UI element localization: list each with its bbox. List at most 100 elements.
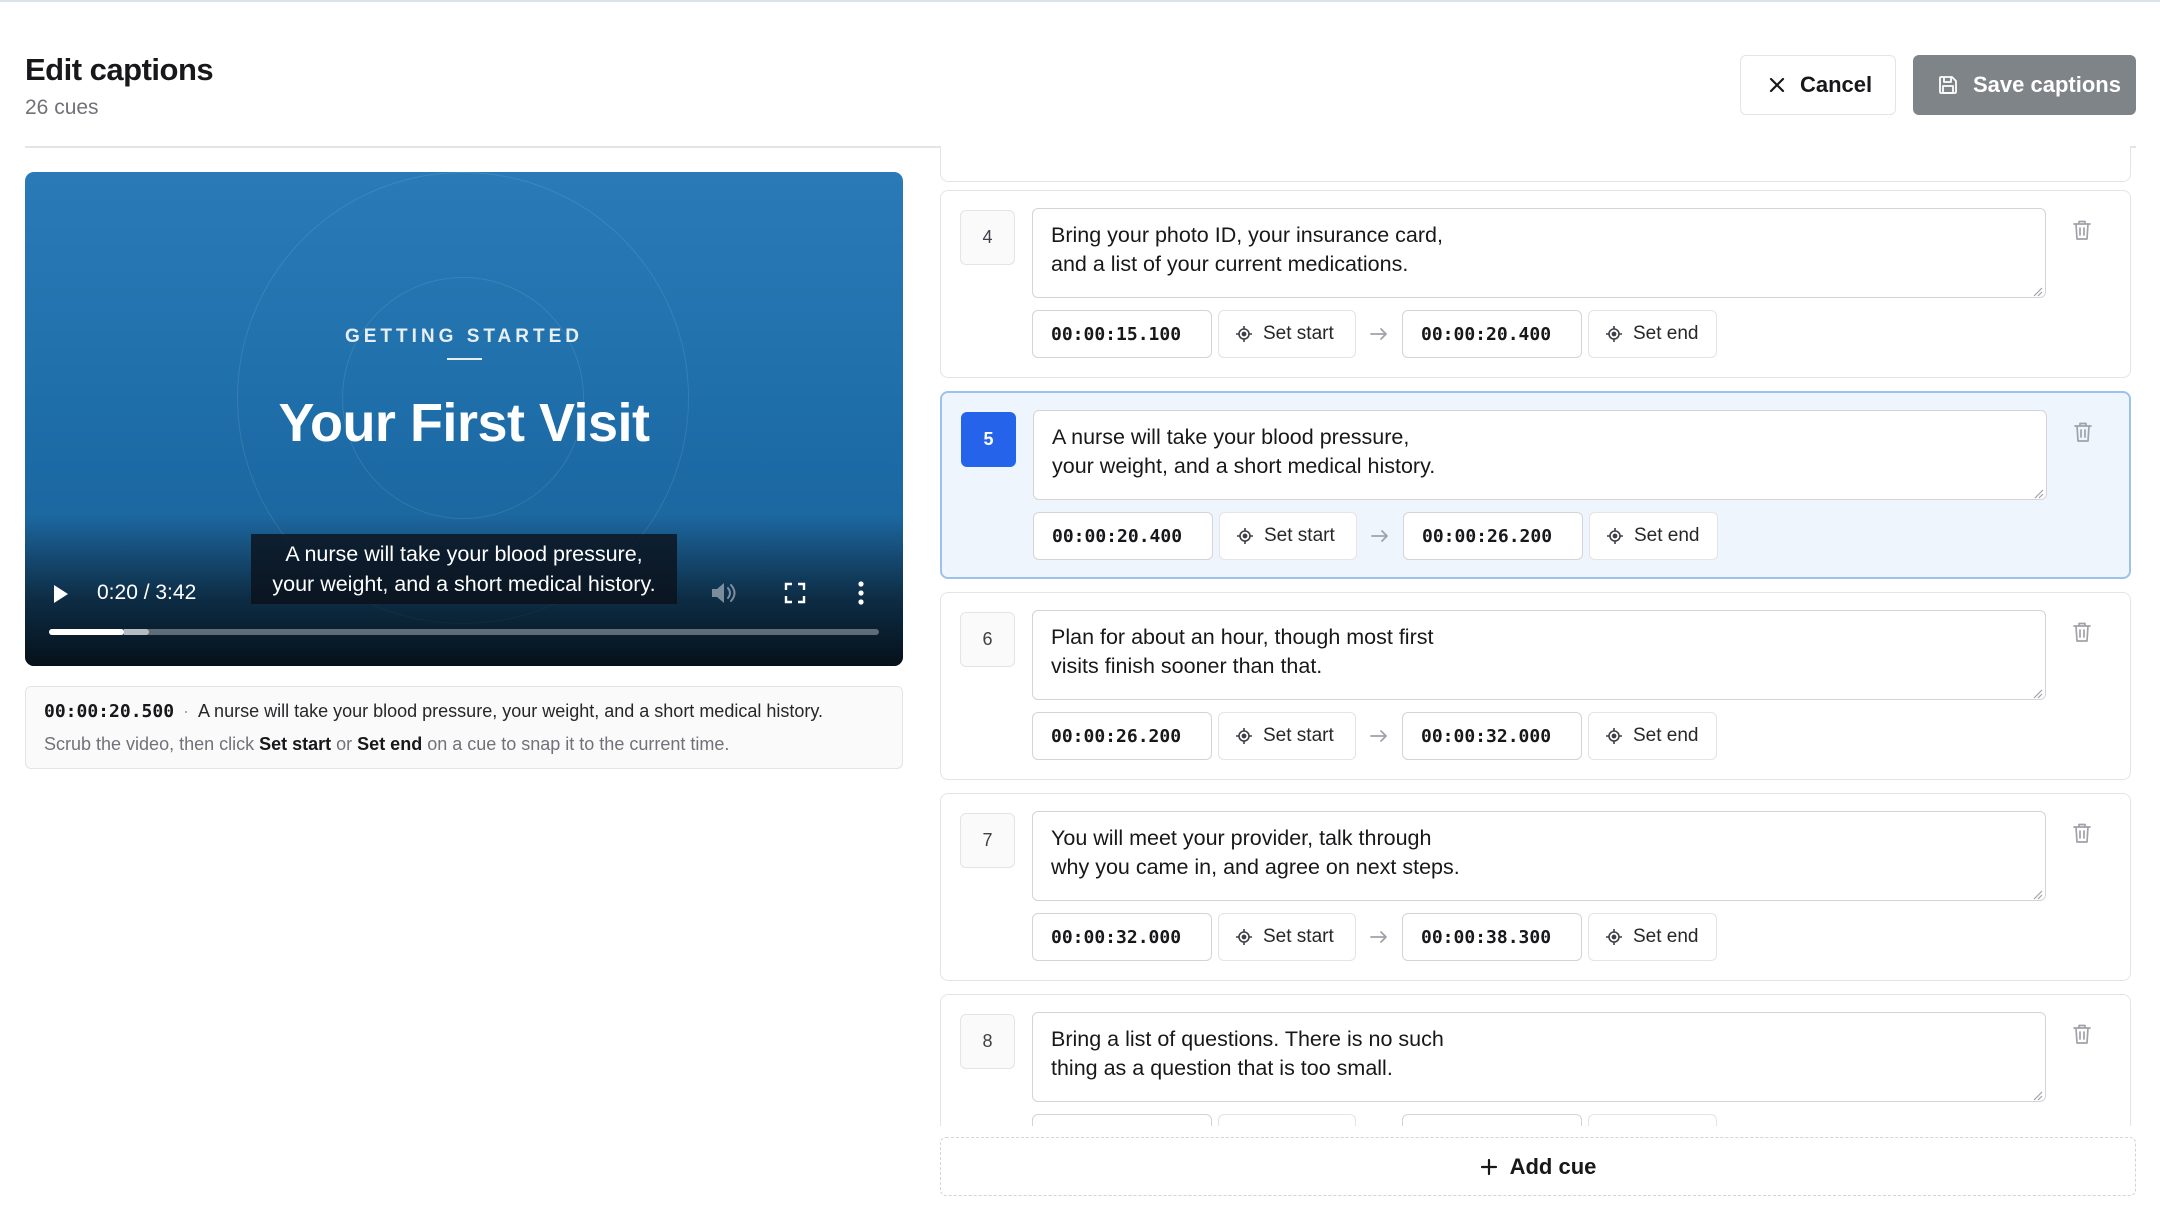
set-end-button[interactable]: Set end bbox=[1588, 1114, 1717, 1126]
end-time-input[interactable]: 00:00:26.200 bbox=[1403, 512, 1583, 560]
target-icon bbox=[1605, 727, 1623, 745]
header-actions: Cancel Save captions bbox=[1740, 55, 2136, 115]
save-captions-button[interactable]: Save captions bbox=[1913, 55, 2136, 115]
set-start-label: Set start bbox=[1263, 323, 1334, 344]
end-time-input[interactable]: 00:00:38.300 bbox=[1402, 913, 1582, 961]
cue-number[interactable]: 6 bbox=[960, 612, 1015, 667]
cue-number[interactable]: 7 bbox=[960, 813, 1015, 868]
resize-handle-icon[interactable] bbox=[2033, 486, 2044, 499]
cue-card[interactable]: 6 Plan for about an hour, though most fir… bbox=[940, 592, 2131, 780]
delete-cue-button[interactable] bbox=[2073, 421, 2093, 448]
set-end-button[interactable]: Set end bbox=[1588, 310, 1717, 358]
end-time-input[interactable] bbox=[1402, 1114, 1582, 1126]
hint-set-end: Set end bbox=[357, 734, 423, 754]
progress-played bbox=[49, 629, 124, 635]
more-vertical-icon bbox=[857, 581, 865, 609]
caption-line: A nurse will take your blood pressure, bbox=[285, 542, 643, 566]
target-icon bbox=[1605, 928, 1623, 946]
cue-text-input[interactable]: Plan for about an hour, though most firs… bbox=[1032, 610, 2046, 700]
eyebrow-rule bbox=[447, 358, 482, 360]
resize-handle-icon[interactable] bbox=[2032, 887, 2043, 900]
target-icon bbox=[1605, 325, 1623, 343]
cue-text-input[interactable]: You will meet your provider, talk throug… bbox=[1032, 811, 2046, 901]
cue-card[interactable]: 7 You will meet your provider, talk throu… bbox=[940, 793, 2131, 981]
cue-number[interactable]: 4 bbox=[960, 210, 1015, 265]
mute-button[interactable] bbox=[709, 580, 737, 611]
hint-set-start: Set start bbox=[259, 734, 332, 754]
trash-icon bbox=[2072, 220, 2092, 245]
cue-timing-row: 00:00:32.000 Set start 00:00:38.300 Set end bbox=[1032, 913, 1717, 961]
cue-card[interactable]: 5 A nurse will take your blood pressure, … bbox=[940, 391, 2131, 579]
resize-handle-icon[interactable] bbox=[2032, 686, 2043, 699]
current-time: 00:00:20.500 bbox=[44, 701, 175, 722]
video-progress-bar[interactable] bbox=[49, 629, 879, 635]
plus-icon bbox=[1480, 1158, 1498, 1176]
cue-text-input[interactable]: Bring your photo ID, your insurance card… bbox=[1032, 208, 2046, 298]
volume-icon bbox=[709, 583, 737, 610]
set-end-button[interactable]: Set end bbox=[1588, 712, 1717, 760]
playhead-info: 00:00:20.500 · A nurse will take your bloo… bbox=[25, 686, 903, 769]
set-start-label: Set start bbox=[1263, 725, 1334, 746]
delete-cue-button[interactable] bbox=[2072, 822, 2092, 849]
arrow-right-icon bbox=[1357, 529, 1403, 543]
separator-dot: · bbox=[183, 701, 190, 721]
set-end-button[interactable]: Set end bbox=[1588, 913, 1717, 961]
set-end-label: Set end bbox=[1633, 725, 1699, 746]
start-time-input[interactable] bbox=[1032, 1114, 1212, 1126]
video-player[interactable]: GETTING STARTED Your First Visit A nurse… bbox=[25, 172, 903, 666]
target-icon bbox=[1235, 727, 1253, 745]
close-icon bbox=[1768, 76, 1786, 94]
add-cue-button[interactable]: Add cue bbox=[940, 1137, 2136, 1196]
cancel-button[interactable]: Cancel bbox=[1740, 55, 1896, 115]
cue-number[interactable]: 5 bbox=[961, 412, 1016, 467]
cue-card-previous bbox=[940, 146, 2131, 182]
set-start-button[interactable]: Set start bbox=[1218, 913, 1356, 961]
target-icon bbox=[1236, 527, 1254, 545]
fullscreen-button[interactable] bbox=[784, 582, 806, 609]
play-button[interactable] bbox=[49, 582, 71, 611]
arrow-right-icon bbox=[1356, 729, 1402, 743]
start-time-input[interactable]: 00:00:20.400 bbox=[1033, 512, 1213, 560]
time-display: 0:20 / 3:42 bbox=[97, 581, 197, 604]
end-time-input[interactable]: 00:00:32.000 bbox=[1402, 712, 1582, 760]
resize-handle-icon[interactable] bbox=[2032, 284, 2043, 297]
cue-card[interactable]: 8 Bring a list of questions. There is no … bbox=[940, 994, 2131, 1126]
top-border bbox=[0, 0, 2160, 2]
trash-icon bbox=[2073, 422, 2093, 447]
cue-timing-row: 00:00:26.200 Set start 00:00:32.000 Set end bbox=[1032, 712, 1717, 760]
current-cue-line: 00:00:20.500 · A nurse will take your bloo… bbox=[44, 699, 902, 724]
hint-part: on a cue to snap it to the current time. bbox=[422, 734, 730, 754]
play-icon bbox=[49, 585, 71, 610]
cue-timing-row: 00:00:15.100 Set start 00:00:20.400 Set end bbox=[1032, 310, 1717, 358]
cancel-label: Cancel bbox=[1800, 72, 1873, 97]
caption-line: your weight, and a short medical history… bbox=[272, 572, 656, 596]
fullscreen-icon bbox=[784, 582, 806, 608]
cue-card[interactable]: 4 Bring your photo ID, your insurance car… bbox=[940, 190, 2131, 378]
delete-cue-button[interactable] bbox=[2072, 1023, 2092, 1050]
trash-icon bbox=[2072, 823, 2092, 848]
set-start-button[interactable]: Set start bbox=[1218, 1114, 1356, 1126]
set-start-button[interactable]: Set start bbox=[1219, 512, 1357, 560]
cue-number[interactable]: 8 bbox=[960, 1014, 1015, 1069]
set-start-label: Set start bbox=[1263, 926, 1334, 947]
start-time-input[interactable]: 00:00:32.000 bbox=[1032, 913, 1212, 961]
target-icon bbox=[1606, 527, 1624, 545]
delete-cue-button[interactable] bbox=[2072, 621, 2092, 648]
set-start-button[interactable]: Set start bbox=[1218, 310, 1356, 358]
progress-buffered bbox=[123, 629, 149, 635]
more-options-button[interactable] bbox=[857, 581, 865, 610]
set-end-button[interactable]: Set end bbox=[1589, 512, 1718, 560]
start-time-input[interactable]: 00:00:15.100 bbox=[1032, 310, 1212, 358]
resize-handle-icon[interactable] bbox=[2032, 1088, 2043, 1101]
delete-cue-button[interactable] bbox=[2072, 219, 2092, 246]
save-icon bbox=[1937, 74, 1959, 96]
set-start-label: Set start bbox=[1264, 525, 1335, 546]
add-cue-label: Add cue bbox=[1509, 1153, 1597, 1179]
start-time-input[interactable]: 00:00:26.200 bbox=[1032, 712, 1212, 760]
cue-text-input[interactable]: Bring a list of questions. There is no s… bbox=[1032, 1012, 2046, 1102]
cue-list[interactable]: 4 Bring your photo ID, your insurance car… bbox=[940, 146, 2136, 1126]
cue-text-input[interactable]: A nurse will take your blood pressure, y… bbox=[1033, 410, 2047, 500]
set-start-button[interactable]: Set start bbox=[1218, 712, 1356, 760]
end-time-input[interactable]: 00:00:20.400 bbox=[1402, 310, 1582, 358]
set-end-label: Set end bbox=[1633, 323, 1699, 344]
